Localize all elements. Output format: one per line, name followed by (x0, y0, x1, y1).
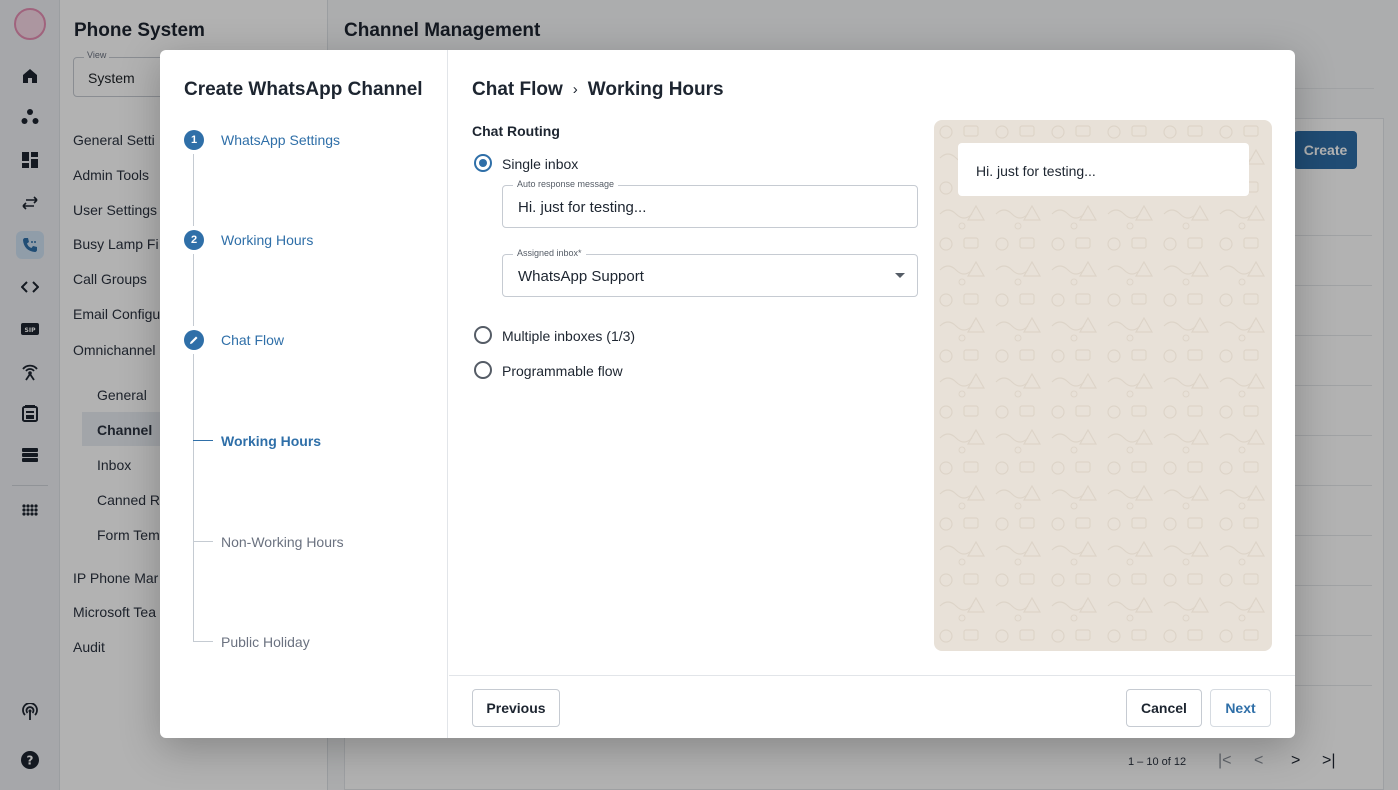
substep-branch (193, 440, 213, 441)
substep-public-holiday[interactable]: Public Holiday (221, 634, 310, 650)
multiple-inboxes-radio[interactable] (474, 326, 492, 344)
dialog-title: Create WhatsApp Channel (184, 79, 423, 100)
previous-button[interactable]: Previous (472, 689, 560, 727)
cancel-button[interactable]: Cancel (1126, 689, 1202, 727)
dialog-footer: Previous Cancel Next (449, 675, 1295, 738)
assigned-inbox-label: Assigned inbox* (513, 248, 586, 258)
assigned-inbox-value: WhatsApp Support (518, 268, 644, 285)
dialog-content: Chat Flow › Working Hours Chat Routing Sin… (449, 50, 1295, 675)
preview-message-bubble: Hi. just for testing... (958, 143, 1249, 196)
step-connector (193, 254, 194, 326)
programmable-flow-radio[interactable] (474, 361, 492, 379)
step-whatsapp-settings[interactable]: WhatsApp Settings (221, 132, 340, 148)
substep-non-working-hours[interactable]: Non-Working Hours (221, 534, 344, 550)
single-inbox-radio[interactable] (474, 154, 492, 172)
programmable-flow-label[interactable]: Programmable flow (502, 363, 623, 379)
substep-branch (193, 641, 213, 642)
create-whatsapp-dialog: Create WhatsApp Channel 1 WhatsApp Setti… (160, 50, 1295, 738)
stepper-panel: Create WhatsApp Channel 1 WhatsApp Setti… (160, 50, 448, 738)
pencil-icon (184, 330, 204, 350)
step-working-hours[interactable]: Working Hours (221, 232, 313, 248)
step-connector (193, 154, 194, 226)
auto-response-input[interactable]: Hi. just for testing... (518, 199, 898, 216)
substep-branch (193, 541, 213, 542)
breadcrumb-separator: › (572, 81, 578, 98)
auto-response-label: Auto response message (513, 179, 619, 189)
chat-preview: Hi. just for testing... (934, 120, 1272, 651)
multiple-inboxes-label[interactable]: Multiple inboxes (1/3) (502, 328, 635, 344)
substep-tree-line (193, 354, 194, 641)
chat-wallpaper (934, 120, 1272, 651)
breadcrumb: Chat Flow › Working Hours (472, 79, 724, 101)
chat-routing-title: Chat Routing (472, 123, 560, 139)
step-chat-flow[interactable]: Chat Flow (221, 332, 284, 348)
breadcrumb-parent: Chat Flow (472, 79, 563, 100)
substep-working-hours[interactable]: Working Hours (221, 433, 321, 449)
step-1-number: 1 (184, 130, 204, 150)
assigned-inbox-select[interactable]: Assigned inbox* WhatsApp Support (502, 248, 918, 297)
dropdown-arrow-icon[interactable] (895, 273, 905, 278)
next-button[interactable]: Next (1210, 689, 1271, 727)
single-inbox-label[interactable]: Single inbox (502, 156, 578, 172)
breadcrumb-current: Working Hours (587, 79, 724, 100)
step-2-number: 2 (184, 230, 204, 250)
auto-response-field[interactable]: Auto response message Hi. just for testi… (502, 179, 918, 228)
